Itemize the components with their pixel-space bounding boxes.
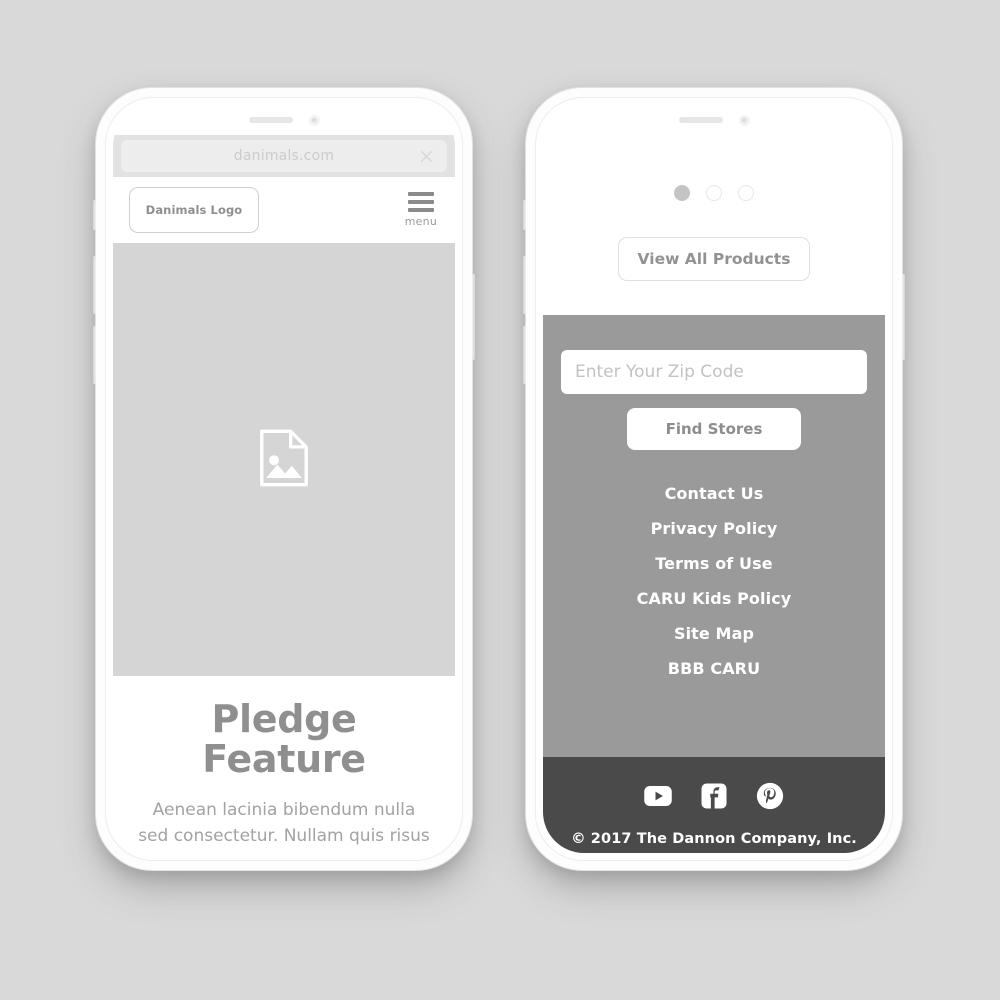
footer-bottom-bar: © 2017 The Dannon Company, Inc. [543,757,885,853]
zip-code-input[interactable] [561,350,867,394]
carousel-dot-3[interactable] [738,185,754,201]
find-stores-button[interactable]: Find Stores [627,408,801,450]
url-text: danimals.com [233,148,335,164]
volume-up-button-left-phone[interactable] [93,256,96,314]
mute-switch-right-phone[interactable] [523,200,526,230]
footer-link-terms-of-use[interactable]: Terms of Use [561,554,867,573]
menu-button-label: menu [404,215,437,228]
carousel-dots [543,185,885,201]
facebook-icon[interactable] [699,781,729,815]
copyright-text: © 2017 The Dannon Company, Inc. [571,831,857,847]
footer-link-contact-us[interactable]: Contact Us [561,484,867,503]
menu-button[interactable]: menu [405,192,439,228]
phone-screen-left: danimals.com Danimals Logo menu Pledge F… [113,105,455,853]
phone-screen-right: View All Products Find Stores Contact Us… [543,105,885,853]
pinterest-icon[interactable] [755,781,785,815]
view-all-products-button[interactable]: View All Products [618,237,810,281]
mute-switch-left-phone[interactable] [93,200,96,230]
image-placeholder-icon [257,428,311,492]
carousel-dot-2[interactable] [706,185,722,201]
social-links [543,781,885,815]
carousel-section: View All Products [543,105,885,315]
find-stores-button-label: Find Stores [665,420,763,438]
hero-image-placeholder [113,243,455,676]
volume-up-button-right-phone[interactable] [523,256,526,314]
hamburger-menu-icon [407,192,434,212]
front-camera-icon [738,114,750,126]
footer-link-list: Contact Us Privacy Policy Terms of Use C… [561,484,867,678]
mockup-stage: danimals.com Danimals Logo menu Pledge F… [0,0,1000,1000]
volume-down-button-left-phone[interactable] [93,326,96,384]
power-button-right-phone[interactable] [902,274,905,360]
site-header: Danimals Logo menu [113,177,455,243]
earpiece-speaker-icon [248,117,293,123]
carousel-dot-1[interactable] [674,185,690,201]
site-logo-label: Danimals Logo [145,203,243,217]
store-locator-section: Find Stores Contact Us Privacy Policy Te… [543,315,885,757]
youtube-icon[interactable] [643,781,673,815]
phone-bezel-left: danimals.com Danimals Logo menu Pledge F… [105,97,463,861]
phone-notch-left [191,105,377,135]
footer-link-site-map[interactable]: Site Map [561,624,867,643]
site-logo[interactable]: Danimals Logo [129,187,259,233]
page-title: Pledge Feature [202,697,366,781]
earpiece-speaker-icon [678,117,723,123]
view-all-products-label: View All Products [637,250,791,268]
footer-link-bbb-caru[interactable]: BBB CARU [561,659,867,678]
power-button-left-phone[interactable] [472,274,475,360]
close-icon[interactable] [418,148,435,165]
phone-bezel-right: View All Products Find Stores Contact Us… [535,97,893,861]
front-camera-icon [308,114,320,126]
phone-mockup-right: View All Products Find Stores Contact Us… [523,88,905,870]
footer-link-caru-kids-policy[interactable]: CARU Kids Policy [561,589,867,608]
phone-mockup-left: danimals.com Danimals Logo menu Pledge F… [93,88,475,870]
view-all-products-wrap: View All Products [543,237,885,281]
feature-body-text: Aenean lacinia bibendum nulla sed consec… [138,799,430,853]
phone-notch-right [621,105,807,135]
pledge-feature-section: Pledge Feature Aenean lacinia bibendum n… [113,676,455,853]
url-bar[interactable]: danimals.com [121,140,447,172]
volume-down-button-right-phone[interactable] [523,326,526,384]
browser-chrome: danimals.com [113,135,455,177]
footer-link-privacy-policy[interactable]: Privacy Policy [561,519,867,538]
